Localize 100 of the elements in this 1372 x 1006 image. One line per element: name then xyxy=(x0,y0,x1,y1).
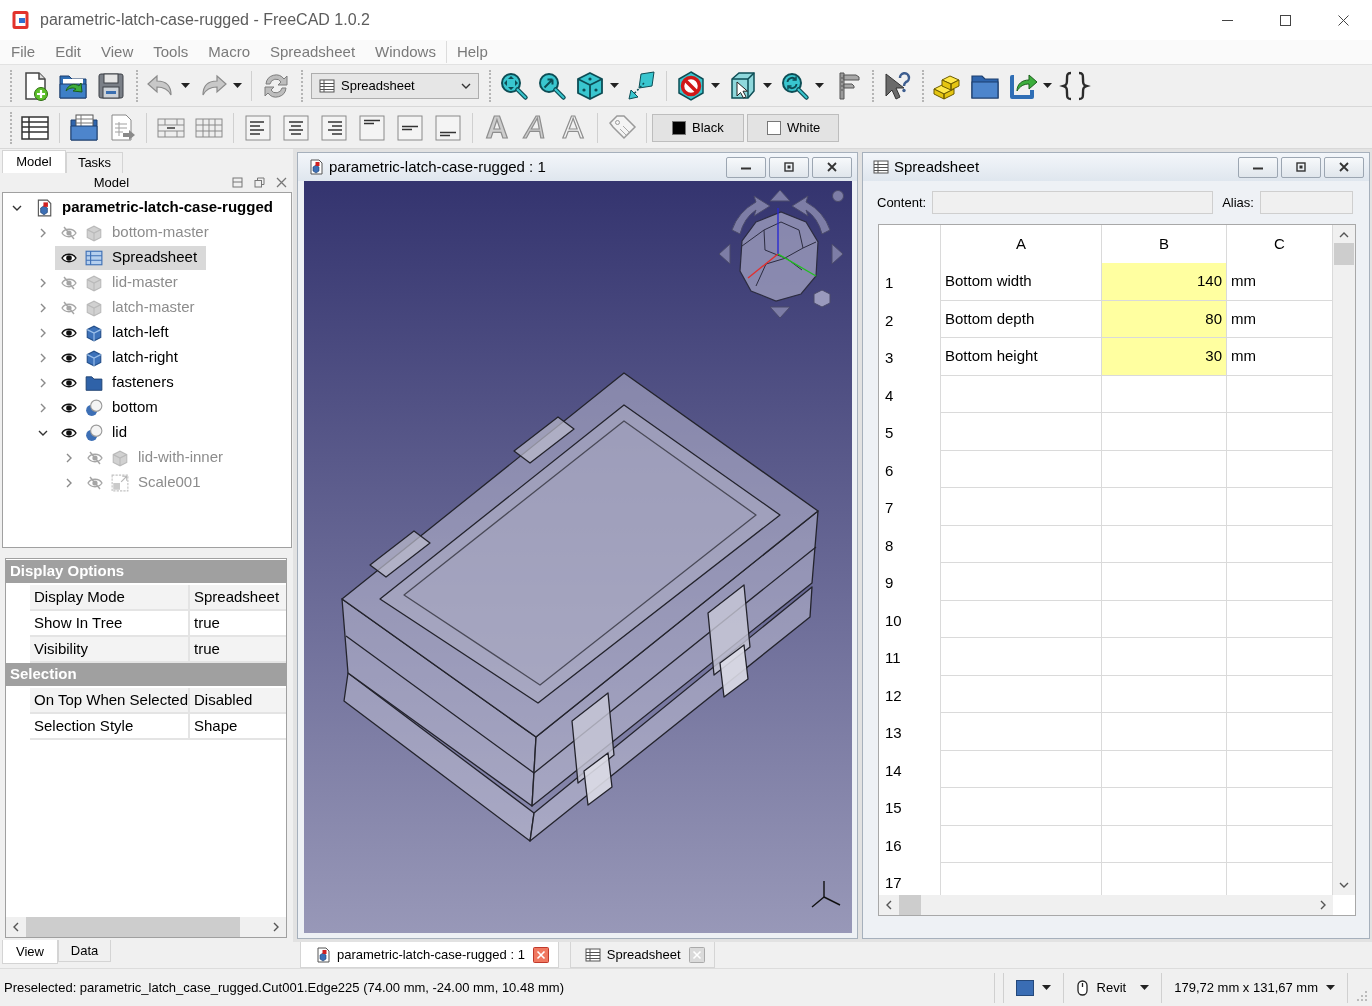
menu-item[interactable]: Macro xyxy=(198,41,260,63)
braces-icon[interactable] xyxy=(1059,69,1091,102)
chevron-left-icon[interactable] xyxy=(12,922,20,932)
crossed-eye-icon[interactable] xyxy=(87,474,103,491)
table-cell[interactable] xyxy=(941,488,1102,526)
menu-item[interactable]: Edit xyxy=(45,41,92,63)
workbench-dropdown[interactable]: Spreadsheet xyxy=(311,72,479,99)
menu-item[interactable]: File xyxy=(1,41,46,63)
close-icon[interactable] xyxy=(1339,162,1349,172)
menu-item[interactable]: Tools xyxy=(143,41,199,63)
table-cell[interactable] xyxy=(1102,600,1227,638)
tree-item[interactable]: latch-right xyxy=(55,345,187,370)
table-cell[interactable] xyxy=(941,638,1102,676)
property-value[interactable]: Disabled xyxy=(190,688,286,714)
close-button[interactable] xyxy=(812,156,852,178)
scrollbar-thumb[interactable] xyxy=(899,895,921,915)
table-cell[interactable] xyxy=(1102,825,1227,863)
close-icon[interactable] xyxy=(1337,14,1349,26)
table-cell[interactable] xyxy=(941,413,1102,451)
property-value[interactable]: Spreadsheet xyxy=(190,585,286,611)
tree-item[interactable]: bottom xyxy=(55,395,167,420)
row-header[interactable]: 1 xyxy=(879,263,941,301)
folder-table-icon[interactable] xyxy=(68,111,100,144)
tree-item[interactable]: lid xyxy=(55,420,136,445)
row-header[interactable]: 11 xyxy=(879,638,941,676)
table-cell[interactable] xyxy=(941,525,1102,563)
close-button[interactable] xyxy=(1324,156,1364,178)
dimension-dropdown[interactable]: 179,72 mm x 131,67 mm xyxy=(1166,977,1343,998)
table-cell[interactable] xyxy=(1102,375,1227,413)
document-tab[interactable]: parametric-latch-case-rugged : 1 xyxy=(300,942,559,968)
no-entry-icon[interactable] xyxy=(675,69,707,102)
property-value[interactable]: true xyxy=(190,637,286,663)
table-cell[interactable]: 30 xyxy=(1102,338,1227,376)
horizontal-scrollbar[interactable] xyxy=(879,895,1333,915)
caret-icon[interactable] xyxy=(1041,985,1051,990)
horizontal-scrollbar[interactable] xyxy=(6,917,286,937)
close-icon[interactable] xyxy=(532,946,549,963)
row-header[interactable]: 7 xyxy=(879,488,941,526)
table-cell[interactable] xyxy=(941,675,1102,713)
tree-item[interactable]: fasteners xyxy=(55,370,183,395)
color-button[interactable]: Black xyxy=(652,113,744,142)
chevron-down-icon[interactable] xyxy=(1339,881,1349,889)
chevron-right-icon[interactable] xyxy=(1319,900,1327,910)
tree-item[interactable]: parametric-latch-case-rugged xyxy=(29,195,282,220)
row-header[interactable]: 15 xyxy=(879,788,941,826)
table-cell[interactable] xyxy=(1102,413,1227,451)
scrollbar-thumb[interactable] xyxy=(26,917,240,937)
plane-arrow-icon[interactable] xyxy=(626,69,658,102)
menu-item[interactable]: View xyxy=(91,41,144,63)
scrollbar-thumb[interactable] xyxy=(1334,243,1354,265)
table-cell[interactable] xyxy=(941,450,1102,488)
table-cell[interactable] xyxy=(941,788,1102,826)
row-header[interactable]: 12 xyxy=(879,675,941,713)
maximize-icon[interactable] xyxy=(1279,14,1291,26)
caret-icon[interactable] xyxy=(233,83,242,88)
table-cell[interactable] xyxy=(941,375,1102,413)
panel-tab[interactable]: Tasks xyxy=(66,152,123,173)
table-cell[interactable] xyxy=(1102,525,1227,563)
crossed-eye-icon[interactable] xyxy=(61,224,77,241)
table-cell[interactable] xyxy=(1102,788,1227,826)
table-cell[interactable] xyxy=(1102,750,1227,788)
color-button[interactable]: White xyxy=(747,113,839,142)
table-cell[interactable] xyxy=(1102,563,1227,601)
row-header[interactable]: 5 xyxy=(879,413,941,451)
restore-button[interactable] xyxy=(1281,156,1321,178)
chevron-up-icon[interactable] xyxy=(1339,231,1349,239)
column-header[interactable]: A xyxy=(941,225,1102,263)
crossed-eye-icon[interactable] xyxy=(61,299,77,316)
table-cell[interactable] xyxy=(941,563,1102,601)
row-header[interactable]: 13 xyxy=(879,713,941,751)
alias-field[interactable] xyxy=(1259,191,1353,214)
color-swatch-icon[interactable] xyxy=(1015,979,1034,996)
table-cell[interactable] xyxy=(1102,450,1227,488)
panel-tab[interactable]: Data xyxy=(58,940,111,962)
row-header[interactable]: 3 xyxy=(879,338,941,376)
table-cell[interactable] xyxy=(941,825,1102,863)
content-field[interactable] xyxy=(932,191,1214,214)
cube-icon[interactable] xyxy=(574,69,606,102)
menu-item[interactable]: Windows xyxy=(365,41,446,63)
vertical-scrollbar[interactable] xyxy=(1333,225,1355,895)
row-header[interactable]: 8 xyxy=(879,525,941,563)
table-cell[interactable] xyxy=(941,600,1102,638)
row-header[interactable]: 10 xyxy=(879,600,941,638)
navigation-style-dropdown[interactable]: Revit xyxy=(1067,977,1158,998)
table-cell[interactable] xyxy=(941,713,1102,751)
table-cell[interactable]: 80 xyxy=(1102,300,1227,338)
caret-icon[interactable] xyxy=(181,83,190,88)
crossed-eye-icon[interactable] xyxy=(61,274,77,291)
table-cell[interactable] xyxy=(1102,488,1227,526)
close-icon[interactable] xyxy=(827,162,837,172)
caret-icon[interactable] xyxy=(711,83,720,88)
table-cell[interactable] xyxy=(1102,675,1227,713)
panel-tab[interactable]: Model xyxy=(2,150,66,173)
crossed-eye-icon[interactable] xyxy=(87,449,103,466)
table-cell[interactable]: 140 xyxy=(1102,263,1227,301)
document-tab[interactable]: Spreadsheet xyxy=(569,942,715,968)
panel-tab[interactable]: View xyxy=(2,940,58,964)
caret-icon[interactable] xyxy=(610,83,619,88)
restore-button[interactable] xyxy=(769,156,809,178)
row-header[interactable]: 14 xyxy=(879,750,941,788)
